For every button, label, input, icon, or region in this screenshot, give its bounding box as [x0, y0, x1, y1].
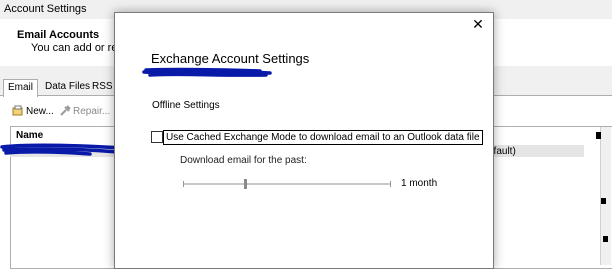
name-column-header[interactable]: Name: [16, 130, 43, 141]
email-accounts-heading: Email Accounts: [17, 29, 100, 41]
new-label: New...: [26, 106, 54, 117]
list-scrollbar[interactable]: [600, 127, 611, 265]
download-period-label: Download email for the past:: [180, 155, 307, 166]
offline-settings-heading: Offline Settings: [152, 100, 220, 111]
download-period-slider[interactable]: [183, 183, 391, 185]
new-account-button[interactable]: New...: [12, 104, 54, 120]
window-edge-mark: [601, 198, 606, 204]
window-edge-mark: [603, 236, 608, 242]
window-edge-mark: [596, 132, 601, 139]
redaction-scribble: [0, 143, 124, 156]
slider-thumb[interactable]: [244, 179, 247, 189]
repair-icon: [59, 105, 71, 117]
slider-tick: [390, 181, 391, 187]
new-icon: [12, 105, 24, 117]
repair-label: Repair...: [73, 106, 111, 117]
window-title: Account Settings: [4, 3, 87, 15]
slider-tick: [183, 181, 184, 187]
repair-button[interactable]: Repair...: [59, 104, 110, 120]
cached-mode-label[interactable]: Use Cached Exchange Mode to download ema…: [163, 130, 483, 145]
redaction-scribble: [142, 67, 272, 77]
close-icon[interactable]: ✕: [470, 16, 486, 32]
tab-email[interactable]: Email: [3, 79, 39, 97]
slider-value: 1 month: [401, 178, 438, 189]
cached-mode-checkbox[interactable]: [151, 131, 163, 143]
tab-data-files[interactable]: Data Files: [41, 79, 94, 95]
